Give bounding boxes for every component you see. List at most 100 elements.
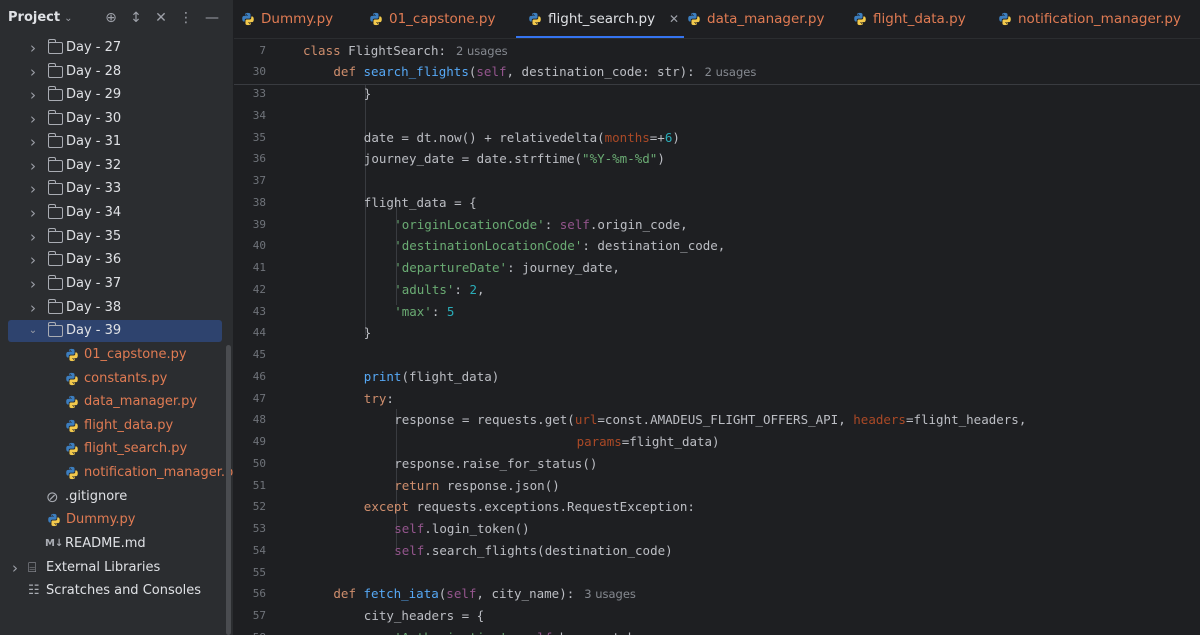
code-line[interactable]: 53 self.login_token() [234,518,1200,540]
options-menu-icon[interactable]: ⋮ [177,9,195,27]
tree-item[interactable]: Dummy.py [8,509,222,531]
code-token: =flight_headers, [905,412,1027,428]
tree-item[interactable]: › Day - 31 [8,131,222,153]
tree-item[interactable]: › Day - 29 [8,84,222,106]
folder-icon [47,228,63,243]
code-line[interactable]: 49 params=flight_data) [234,431,1200,453]
code-token: : [454,281,470,297]
locate-file-icon[interactable]: ⊕ [102,9,120,27]
tree-item[interactable]: › Day - 30 [8,108,222,130]
line-number: 54 [252,543,266,557]
code-line[interactable]: 47 try: [234,388,1200,410]
code-line[interactable]: 41 'departureDate': journey_date, [234,257,1200,279]
tree-item[interactable]: constants.py [8,368,222,390]
expand-all-icon[interactable]: ↕ [127,9,145,27]
chevron-down-icon[interactable]: ⌄ [28,320,38,342]
code-line[interactable]: 36 journey_date = date.strftime("%Y-%m-%d… [234,148,1200,170]
tree-item-label: External Libraries [46,560,161,575]
line-number: 58 [234,627,266,635]
code-line[interactable]: 56 def fetch_iata(self, city_name): 3 usag… [234,583,1200,605]
code-token: : [507,630,522,635]
tree-item[interactable]: › Day - 27 [8,37,222,59]
chevron-right-icon[interactable]: › [28,249,38,271]
tree-item[interactable]: ⌄ Day - 39 [8,320,222,342]
chevron-right-icon[interactable]: › [10,557,20,579]
code-line[interactable]: 40 'destinationLocationCode': destination… [234,235,1200,257]
code-line[interactable]: 30 def search_flights(self, destination_c… [234,61,1200,83]
code-token: .search_flights(destination_code) [424,542,673,558]
code-line[interactable]: 52 except requests.exceptions.RequestExce… [234,496,1200,518]
code-line[interactable]: 50 response.raise_for_status() [234,453,1200,475]
usages-hint[interactable]: 3 usages [584,587,636,601]
tree-item-label: notification_manager.py [84,465,233,480]
tree-item[interactable]: › Day - 36 [8,249,222,271]
tree-item[interactable]: › Day - 32 [8,155,222,177]
code-editor[interactable]: 7 class FlightSearch: 2 usages 30 def search… [234,39,1200,635]
code-line[interactable]: 51 return response.json() [234,475,1200,497]
tree-item[interactable]: 01_capstone.py [8,344,222,366]
python-file-icon [241,12,255,26]
markdown-file-icon: M↓ [45,538,64,549]
code-line[interactable]: 46 print(flight_data) [234,366,1200,388]
tree-item[interactable]: flight_data.py [8,415,222,437]
chevron-right-icon[interactable]: › [28,226,38,248]
tree-item[interactable]: › Day - 33 [8,178,222,200]
tree-item-label: Day - 32 [66,158,122,173]
code-line[interactable]: 35 date = dt.now() + relativedelta(months… [234,127,1200,149]
usages-hint[interactable]: 2 usages [456,44,508,58]
code-token: ) [672,129,680,145]
chevron-right-icon[interactable]: › [28,155,38,177]
code-line[interactable]: 7 class FlightSearch: 2 usages [234,40,1200,62]
tree-item[interactable]: › Day - 37 [8,273,222,295]
tree-item[interactable]: › Day - 35 [8,226,222,248]
chevron-right-icon[interactable]: › [28,84,38,106]
collapse-all-icon[interactable]: ✕ [152,9,170,27]
code-token: } [363,325,372,341]
code-line[interactable]: 43 'max': 5 [234,301,1200,323]
chevron-right-icon[interactable]: › [28,108,38,130]
code-line[interactable]: 42 'adults': 2, [234,279,1200,301]
code-line[interactable]: 37 [234,170,1200,192]
chevron-right-icon[interactable]: › [28,297,38,319]
chevron-right-icon[interactable]: › [28,37,38,59]
code-line[interactable]: 57 city_headers = { [234,605,1200,627]
code-text: date = dt.now() + relativedelta(months=+… [364,127,680,149]
code-line[interactable]: 54 self.search_flights(destination_code) [234,540,1200,562]
tree-item[interactable]: › Day - 34 [8,202,222,224]
tree-item[interactable]: ☷ Scratches and Consoles [8,580,222,602]
code-line[interactable]: 33} [234,83,1200,105]
code-line[interactable]: 45 [234,344,1200,366]
chevron-right-icon[interactable]: › [28,178,38,200]
tree-item-label: Day - 35 [66,229,122,244]
hide-panel-icon[interactable]: — [203,9,221,27]
chevron-right-icon[interactable]: › [28,131,38,153]
project-view-selector[interactable]: Project ⌄ [8,10,72,25]
chevron-right-icon[interactable]: › [28,202,38,224]
code-line[interactable]: 55 [234,562,1200,584]
chevron-right-icon[interactable]: › [28,273,38,295]
line-number: 41 [252,261,266,274]
tree-item[interactable]: › Day - 38 [8,297,222,319]
code-line[interactable]: 44} [234,322,1200,344]
tree-item[interactable]: flight_search.py [8,438,222,460]
python-file-icon [528,12,542,26]
tree-item[interactable]: notification_manager.py [8,462,233,484]
python-file-icon [47,513,61,527]
code-line[interactable]: 38 flight_data = { [234,192,1200,214]
tree-item[interactable]: ⊘ .gitignore [8,486,222,508]
sticky-scroll-header[interactable]: 7 class FlightSearch: 2 usages 30 def search… [234,39,1200,85]
code-line[interactable]: 34 [234,105,1200,127]
tree-item[interactable]: M↓ README.md [8,533,222,555]
code-line[interactable]: 48 response = requests.get(url=const.AMAD… [234,409,1200,431]
tree-item[interactable]: › ⌸ External Libraries [8,557,222,579]
code-line[interactable]: 39 'originLocationCode': self.origin_code… [234,214,1200,236]
tree-item[interactable]: › Day - 28 [8,61,222,83]
close-icon[interactable]: ✕ [669,0,679,38]
usages-hint[interactable]: 2 usages [705,65,757,79]
project-scrollbar[interactable] [226,345,231,635]
tree-item[interactable]: data_manager.py [8,391,222,413]
chevron-right-icon[interactable]: › [28,61,38,83]
code-line[interactable]: 58 'Authorization': self.bearer_token, [234,627,1200,635]
code-text: response = requests.get(url=const.AMADEU… [394,409,1026,431]
code-token: headers [853,412,906,428]
